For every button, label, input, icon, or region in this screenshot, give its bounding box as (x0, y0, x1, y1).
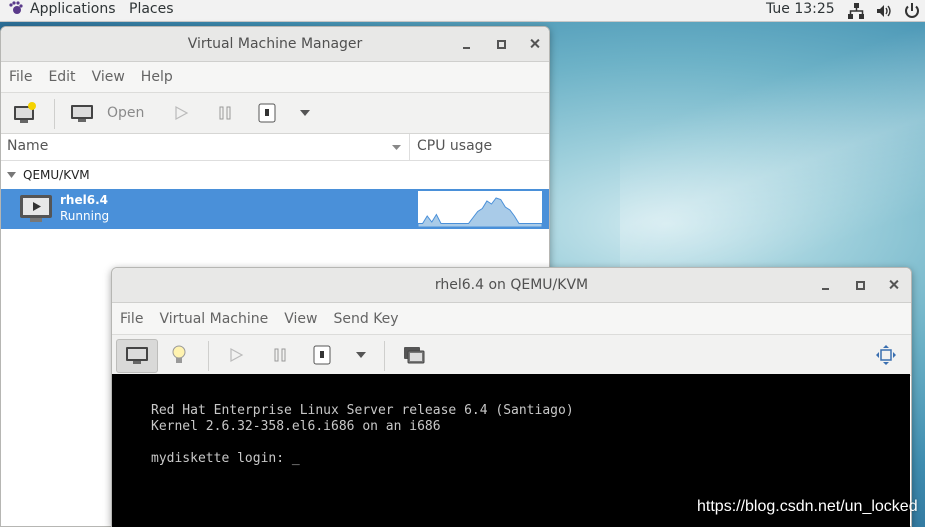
open-label: Open (107, 105, 145, 121)
console-pause-button[interactable] (270, 341, 290, 369)
dropdown-arrow-icon (300, 110, 310, 116)
terminal-line-2: Kernel 2.6.32-358.el6.i686 on an i686 (151, 419, 441, 434)
terminal-output: Red Hat Enterprise Linux Server release … (151, 403, 574, 467)
fullscreen-icon (876, 345, 896, 365)
menu-bar: File Edit View Help (1, 62, 549, 93)
vm-manager-titlebar[interactable]: Virtual Machine Manager (1, 27, 549, 62)
run-button[interactable] (171, 99, 191, 127)
console-shutdown-button[interactable] (311, 341, 333, 369)
power-icon (903, 2, 921, 20)
vm-row[interactable]: rhel6.4 Running (1, 189, 549, 229)
console-menu-bar: File Virtual Machine View Send Key (112, 303, 911, 335)
new-vm-button[interactable] (11, 99, 39, 127)
play-icon (230, 347, 244, 363)
monitor-icon (71, 105, 93, 122)
open-button[interactable]: Open (69, 99, 159, 127)
stop-icon (313, 345, 331, 365)
column-name[interactable]: Name (7, 138, 48, 154)
console-shutdown-menu-button[interactable] (353, 341, 369, 369)
console-menu-send-key[interactable]: Send Key (333, 311, 398, 327)
menu-view[interactable]: View (92, 69, 125, 85)
pause-icon (274, 348, 286, 362)
console-titlebar[interactable]: rhel6.4 on QEMU/KVM (112, 268, 911, 303)
vm-status: Running (60, 209, 110, 223)
connection-label: QEMU/KVM (23, 168, 90, 182)
details-bulb-icon (172, 345, 186, 363)
column-cpu-usage[interactable]: CPU usage (417, 138, 492, 154)
terminal-line-1: Red Hat Enterprise Linux Server release … (151, 403, 574, 418)
fullscreen-button[interactable] (874, 341, 898, 369)
close-button[interactable] (527, 36, 543, 52)
menu-file[interactable]: File (9, 69, 32, 85)
vm-name: rhel6.4 (60, 193, 108, 207)
console-menu-view[interactable]: View (284, 311, 317, 327)
pause-button[interactable] (215, 99, 235, 127)
shutdown-button[interactable] (256, 99, 278, 127)
minimize-button[interactable] (459, 36, 475, 52)
applications-label: Applications (30, 1, 116, 17)
volume-icon (875, 2, 893, 20)
network-icon (847, 2, 865, 20)
console-toolbar (112, 335, 911, 376)
console-run-button[interactable] (226, 341, 246, 369)
applications-menu[interactable]: Applications (8, 1, 116, 17)
top-bar: Applications Places Tue 13:25 (0, 0, 925, 22)
manager-toolbar: Open (1, 93, 549, 134)
console-minimize-button[interactable] (818, 277, 834, 293)
snapshot-icon (404, 347, 425, 364)
show-details-button[interactable] (168, 341, 190, 369)
vm-console-window: rhel6.4 on QEMU/KVM File Virtual Machine… (111, 267, 912, 527)
sort-arrow-icon[interactable] (392, 145, 401, 150)
console-maximize-button[interactable] (852, 277, 868, 293)
vm-list-header: Name CPU usage (1, 134, 549, 161)
system-tray[interactable] (847, 2, 921, 20)
expander-arrow-icon[interactable] (7, 172, 16, 178)
vm-running-icon (20, 195, 52, 222)
new-vm-icon (14, 102, 36, 123)
play-icon (175, 105, 189, 121)
menu-edit[interactable]: Edit (48, 69, 75, 85)
clock[interactable]: Tue 13:25 (766, 1, 835, 17)
terminal-line-4: mydiskette login: _ (151, 451, 300, 466)
connection-row[interactable]: QEMU/KVM (1, 161, 549, 189)
gnome-foot-icon (9, 1, 23, 14)
console-menu-virtual-machine[interactable]: Virtual Machine (159, 311, 268, 327)
dropdown-arrow-icon (356, 352, 366, 358)
cpu-graph-area (418, 197, 542, 227)
places-menu[interactable]: Places (129, 1, 174, 17)
cpu-usage-graph (418, 191, 542, 227)
maximize-button[interactable] (493, 36, 509, 52)
stop-icon (258, 103, 276, 123)
show-console-button[interactable] (116, 339, 158, 373)
watermark: https://blog.csdn.net/un_locked (697, 498, 918, 515)
console-close-button[interactable] (886, 277, 902, 293)
window-title: Virtual Machine Manager (187, 36, 363, 52)
snapshots-button[interactable] (402, 341, 426, 369)
console-menu-file[interactable]: File (120, 311, 143, 327)
pause-icon (219, 106, 231, 120)
console-icon (126, 347, 148, 364)
console-window-title: rhel6.4 on QEMU/KVM (434, 277, 589, 293)
shutdown-menu-button[interactable] (297, 99, 313, 127)
menu-help[interactable]: Help (141, 69, 173, 85)
